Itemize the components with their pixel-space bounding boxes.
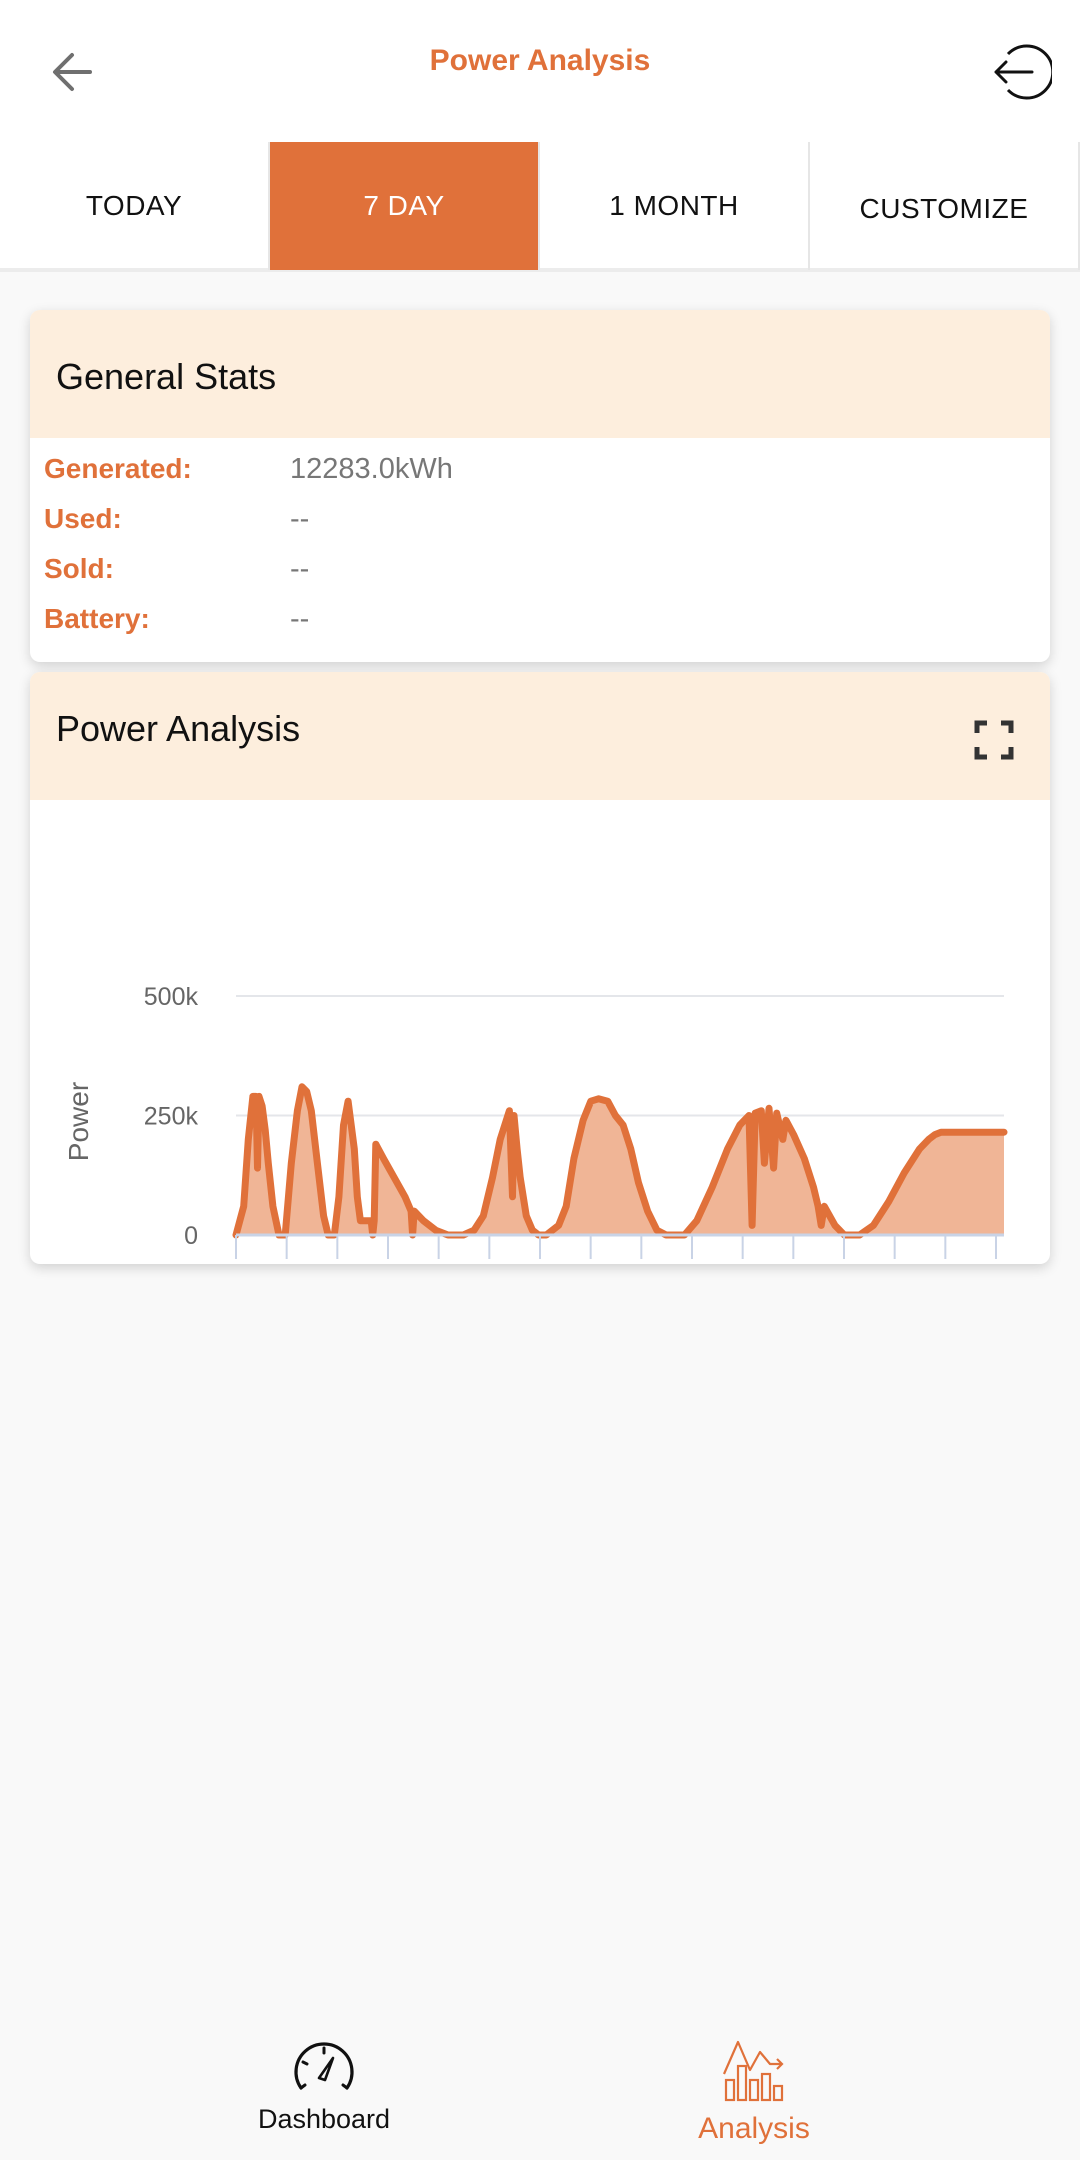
general-stats-title: General Stats (56, 356, 277, 397)
general-stats-header: General Stats (30, 310, 1050, 438)
logout-button[interactable] (988, 40, 1055, 104)
x-tick-label: 12/10 (284, 1259, 348, 1264)
tab-customize[interactable]: CUSTOMIZE (810, 142, 1080, 270)
general-stats-card: General Stats Generated: 12283.0kWh Used… (30, 310, 1050, 662)
x-tick-label: 11/10 (234, 1259, 297, 1264)
power-analysis-header: Power Analysis (30, 672, 1050, 800)
speedometer-icon (294, 2042, 354, 2090)
x-tick-label: 15/10 (537, 1259, 601, 1264)
stat-label: Generated: (44, 453, 192, 484)
y-tick-label: 250k (144, 1103, 199, 1131)
x-tick-label: 14/10 (486, 1259, 550, 1264)
x-tick-label: 17/10 (892, 1259, 956, 1264)
x-tick-label: 16/10 (689, 1259, 753, 1264)
y-axis-label: Power (63, 1082, 94, 1161)
tab-7-day[interactable]: 7 DAY (270, 142, 540, 270)
stat-label: Sold: (44, 553, 114, 584)
nav-analysis[interactable]: Analysis (654, 2040, 854, 2146)
stat-row-sold: Sold: -- (30, 544, 1050, 594)
bottom-navigation: Dashboard Analysis (0, 2010, 1080, 2160)
x-tick-label: 16/10 (790, 1259, 854, 1264)
stat-row-battery: Battery: -- (30, 594, 1050, 644)
stat-row-used: Used: -- (30, 494, 1050, 544)
x-tick-label: 14/10 (436, 1259, 500, 1264)
tab-today[interactable]: TODAY (0, 142, 270, 270)
fullscreen-expand-icon (974, 720, 1014, 760)
stat-value: -- (290, 552, 310, 585)
stat-value: -- (290, 602, 310, 635)
nav-label: Analysis (698, 2112, 810, 2145)
logout-circle-arrow-icon (994, 44, 1055, 100)
stats-list: Generated: 12283.0kWh Used: -- Sold: -- … (30, 438, 1050, 662)
y-tick-label: 0 (184, 1222, 198, 1250)
nav-dashboard[interactable]: Dashboard (224, 2040, 424, 2135)
power-analysis-title: Power Analysis (56, 708, 301, 749)
x-tick-label: 16/10 (841, 1259, 905, 1264)
y-tick-label: 500k (144, 983, 199, 1011)
analysis-chart-icon (722, 2040, 784, 2102)
chart-area: 0250k500kPower10/1011/1012/1013/1013/101… (30, 800, 1050, 1264)
tab-1-month[interactable]: 1 MONTH (540, 142, 810, 270)
nav-label: Dashboard (257, 2104, 391, 2134)
stat-value: 12283.0kWh (290, 452, 453, 485)
stat-row-generated: Generated: 12283.0kWh (30, 444, 1050, 494)
x-tick-label: 13/10 (385, 1259, 449, 1264)
page-title: Power Analysis (429, 44, 651, 77)
stat-label: Battery: (44, 603, 150, 634)
power-analysis-card: Power Analysis 0250k500kPower10/1011/101… (30, 672, 1050, 1264)
x-tick-label: 17/10 (942, 1259, 1006, 1264)
stat-value: -- (290, 502, 310, 535)
x-tick-label: 15/10 (638, 1259, 702, 1264)
period-tabs: TODAY 7 DAY 1 MONTH CUSTOMIZE (0, 142, 1080, 272)
power-chart: 0250k500kPower10/1011/1012/1013/1013/101… (63, 983, 1008, 1264)
stat-label: Used: (44, 503, 122, 534)
x-tick-label: 13/10 (334, 1259, 398, 1264)
expand-chart-button[interactable] (974, 720, 1014, 760)
top-app-bar: Power Analysis (0, 0, 1080, 142)
x-tick-label: 15/10 (588, 1259, 652, 1264)
x-tick-label: 16/10 (740, 1259, 804, 1264)
x-tick-label: 10/10 (182, 1259, 246, 1264)
